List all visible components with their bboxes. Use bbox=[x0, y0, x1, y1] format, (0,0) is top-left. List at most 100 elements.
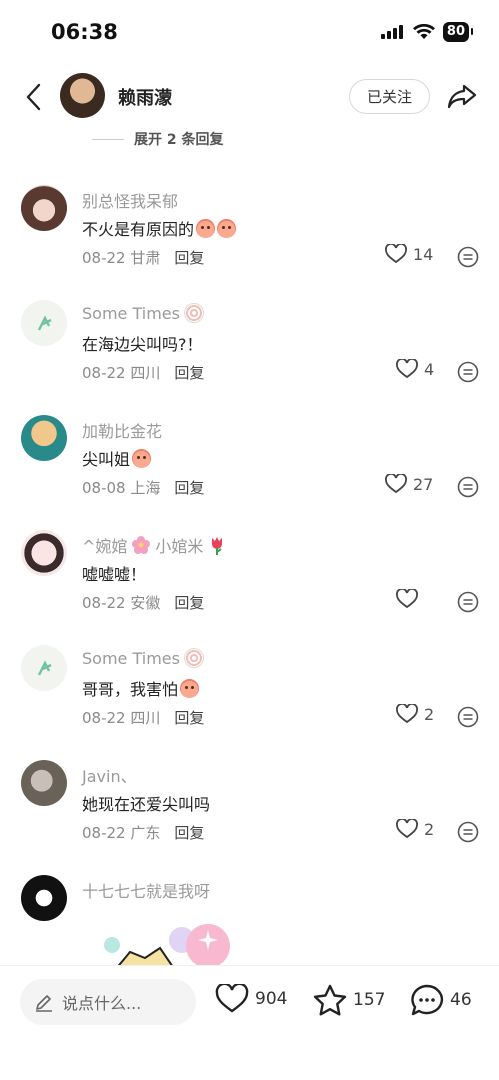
more-options-icon[interactable] bbox=[457, 591, 479, 613]
like-button[interactable]: 27 bbox=[385, 474, 433, 494]
sticker-image bbox=[104, 924, 230, 970]
comment-meta: 08-08 上海 回复 bbox=[82, 479, 205, 497]
like-button[interactable]: 2 bbox=[396, 704, 434, 724]
comment-item: 别总怪我呆郁 不火是有原因的 08-22 甘肃 回复 14 bbox=[0, 185, 499, 300]
commenter-name[interactable]: Some Times bbox=[82, 648, 204, 668]
comments-button[interactable]: 46 bbox=[410, 984, 472, 1016]
comment-meta: 08-22 广东 回复 bbox=[82, 824, 205, 842]
comment-text[interactable]: 在海边尖叫吗?！ bbox=[82, 331, 203, 355]
like-count: 2 bbox=[424, 704, 435, 724]
bottom-bar: 说点什么... 904 157 46 bbox=[0, 965, 499, 1080]
chevron-left-icon bbox=[26, 83, 41, 111]
peach-emoji-icon bbox=[132, 448, 152, 468]
header: 赖雨濛 已关注 bbox=[0, 66, 499, 128]
commenter-avatar[interactable] bbox=[21, 875, 67, 921]
commenter-name[interactable]: ^婉婠 小婠米 bbox=[82, 533, 227, 557]
heart-icon bbox=[215, 984, 249, 1013]
comment-text[interactable]: 哥哥，我害怕 bbox=[82, 676, 200, 700]
like-count: 27 bbox=[413, 474, 434, 494]
lollipop-icon bbox=[183, 648, 204, 668]
favorite-total: 157 bbox=[353, 990, 386, 1010]
comment-text[interactable]: 嘘嘘嘘！ bbox=[82, 561, 146, 585]
back-button[interactable] bbox=[18, 80, 48, 114]
reply-button[interactable]: 回复 bbox=[174, 249, 204, 267]
share-button[interactable] bbox=[446, 80, 478, 112]
tulip-icon bbox=[212, 537, 223, 555]
reply-button[interactable]: 回复 bbox=[174, 824, 204, 842]
commenter-name[interactable]: 十七七七就是我呀 bbox=[82, 878, 210, 902]
reply-button[interactable]: 回复 bbox=[174, 364, 204, 382]
wifi-icon bbox=[412, 24, 435, 39]
like-button[interactable]: 14 bbox=[385, 244, 433, 264]
comment-meta: 08-22 安徽 回复 bbox=[82, 594, 205, 612]
scared-emoji-icon bbox=[180, 678, 200, 698]
like-post-button[interactable]: 904 bbox=[215, 984, 287, 1014]
more-options-icon[interactable] bbox=[457, 476, 479, 498]
heart-icon bbox=[396, 819, 418, 839]
comment-item: Some Times 哥哥，我害怕 08-22 四川 回复 2 bbox=[0, 645, 499, 760]
star-icon bbox=[313, 984, 347, 1016]
like-button[interactable]: 4 bbox=[396, 359, 434, 379]
like-total: 904 bbox=[255, 989, 288, 1009]
battery-indicator: 80 bbox=[442, 22, 474, 42]
commenter-name[interactable]: Javin、 bbox=[82, 763, 137, 787]
comment-meta: 08-22 四川 回复 bbox=[82, 709, 205, 727]
cherry-blossom-icon bbox=[132, 536, 151, 554]
more-options-icon[interactable] bbox=[457, 706, 479, 728]
reply-button[interactable]: 回复 bbox=[174, 594, 204, 612]
like-count: 14 bbox=[413, 244, 434, 264]
comment-item: Javin、 她现在还爱尖叫吗 08-22 广东 回复 2 bbox=[0, 760, 499, 875]
status-bar: 06:38 80 bbox=[0, 0, 499, 66]
commenter-avatar[interactable] bbox=[21, 300, 67, 346]
commenter-avatar[interactable] bbox=[21, 760, 67, 806]
like-button[interactable]: 2 bbox=[396, 819, 434, 839]
heart-icon bbox=[396, 704, 418, 724]
peach-emoji-icon bbox=[217, 218, 237, 238]
follow-button[interactable]: 已关注 bbox=[349, 79, 430, 114]
author-name[interactable]: 赖雨濛 bbox=[118, 84, 172, 110]
comment-item: Some Times 在海边尖叫吗?！ 08-22 四川 回复 4 bbox=[0, 300, 499, 415]
comment-item: 加勒比金花 尖叫姐 08-08 上海 回复 27 bbox=[0, 415, 499, 530]
reply-button[interactable]: 回复 bbox=[174, 479, 204, 497]
pencil-icon bbox=[36, 995, 52, 1012]
favorite-button[interactable]: 157 bbox=[313, 984, 385, 1016]
comment-input-placeholder: 说点什么... bbox=[62, 994, 142, 1013]
heart-icon bbox=[396, 589, 418, 609]
more-options-icon[interactable] bbox=[457, 361, 479, 383]
share-icon bbox=[447, 84, 477, 109]
like-count: 4 bbox=[424, 359, 435, 379]
heart-icon bbox=[385, 244, 407, 264]
commenter-name[interactable]: 加勒比金花 bbox=[82, 418, 162, 442]
comment-item: ^婉婠 小婠米 嘘嘘嘘！ 08-22 安徽 回复 bbox=[0, 530, 499, 645]
comment-meta: 08-22 甘肃 回复 bbox=[82, 249, 205, 267]
comment-meta: 08-22 四川 回复 bbox=[82, 364, 205, 382]
status-time: 06:38 bbox=[51, 20, 118, 44]
lollipop-icon bbox=[183, 303, 204, 323]
more-options-icon[interactable] bbox=[457, 246, 479, 268]
comment-input[interactable]: 说点什么... bbox=[20, 979, 196, 1025]
comment-text[interactable]: 不火是有原因的 bbox=[82, 216, 237, 240]
commenter-name[interactable]: 别总怪我呆郁 bbox=[82, 188, 178, 212]
peach-emoji-icon bbox=[196, 218, 216, 238]
more-options-icon[interactable] bbox=[457, 821, 479, 843]
status-icons: 80 bbox=[380, 22, 474, 42]
comment-text[interactable]: 她现在还爱尖叫吗 bbox=[82, 791, 210, 815]
expand-replies-label: 展开 2 条回复 bbox=[134, 132, 224, 148]
commenter-avatar[interactable] bbox=[21, 415, 67, 461]
commenter-avatar[interactable] bbox=[21, 645, 67, 691]
heart-icon bbox=[385, 474, 407, 494]
commenter-avatar[interactable] bbox=[21, 530, 67, 576]
signal-icon bbox=[380, 25, 403, 39]
like-count: 2 bbox=[424, 819, 435, 839]
expand-replies[interactable]: 展开 2 条回复 bbox=[92, 128, 224, 150]
expand-divider bbox=[92, 138, 124, 140]
commenter-avatar[interactable] bbox=[21, 185, 67, 231]
author-avatar[interactable] bbox=[60, 73, 105, 118]
heart-icon bbox=[396, 359, 418, 379]
reply-button[interactable]: 回复 bbox=[174, 709, 204, 727]
like-button[interactable] bbox=[396, 589, 424, 609]
comment-total: 46 bbox=[450, 990, 472, 1010]
chat-bubble-icon bbox=[411, 984, 444, 1016]
commenter-name[interactable]: Some Times bbox=[82, 303, 204, 323]
comment-text[interactable]: 尖叫姐 bbox=[82, 446, 152, 470]
